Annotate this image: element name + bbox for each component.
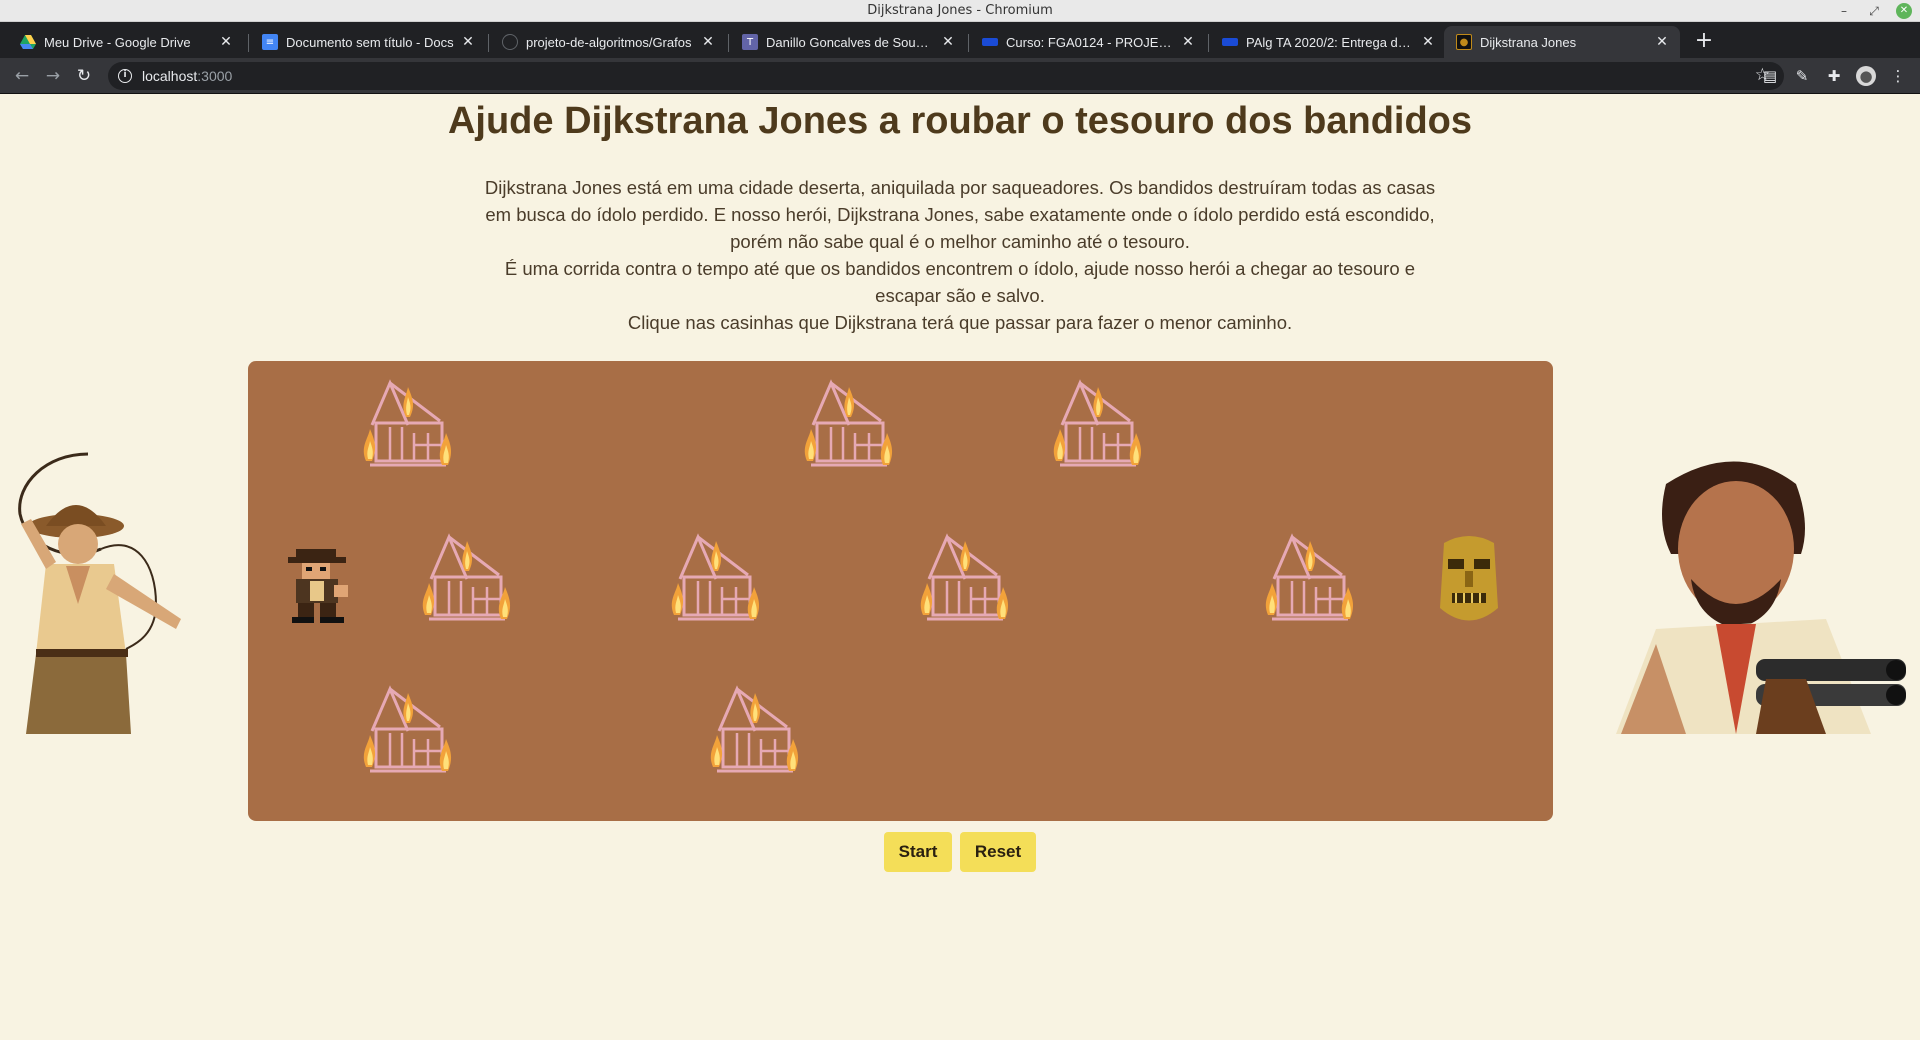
tab-divider — [248, 34, 249, 52]
menu-kebab-icon[interactable]: ⋮ — [1888, 66, 1908, 86]
tab-palg[interactable]: PAlg TA 2020/2: Entrega do Trabalho ✕ — [1210, 26, 1446, 58]
google-docs-icon: ≡ — [262, 34, 278, 50]
new-tab-button[interactable]: + — [1692, 30, 1716, 54]
close-tab-icon[interactable]: ✕ — [460, 34, 476, 50]
tab-label: Curso: FGA0124 - PROJETO DE ALGORITMOS — [1006, 34, 1174, 50]
moodle-icon — [982, 38, 998, 46]
bandit-shotgun-illustration — [1616, 461, 1906, 734]
burning-house-icon[interactable] — [360, 377, 460, 473]
page-content: Ajude Dijkstrana Jones a roubar o tesour… — [0, 94, 1920, 1040]
adventurer-whip-illustration — [18, 452, 181, 734]
tab-divider — [728, 34, 729, 52]
close-tab-icon[interactable]: ✕ — [218, 34, 234, 50]
extension-pen-icon[interactable]: ✎ — [1792, 66, 1812, 86]
start-button[interactable]: Start — [884, 832, 952, 872]
golden-idol-icon — [1440, 536, 1498, 621]
forward-arrow-icon[interactable]: → — [41, 64, 65, 88]
back-arrow-icon[interactable]: ← — [10, 64, 34, 88]
page-title: Ajude Dijkstrana Jones a roubar o tesour… — [447, 100, 1473, 142]
burning-house-icon[interactable] — [668, 531, 768, 627]
tab-label: projeto-de-algoritmos/Grafos — [526, 34, 692, 50]
burning-house-icon[interactable] — [801, 377, 901, 473]
close-tab-icon[interactable]: ✕ — [940, 34, 956, 50]
burning-house-icon[interactable] — [707, 683, 807, 779]
window-titlebar: Dijkstrana Jones - Chromium – ⤢ ✕ — [0, 0, 1920, 22]
tab-teams[interactable]: T Danillo Goncalves de Souza | Microsoft… — [730, 26, 966, 58]
close-window-button[interactable]: ✕ — [1896, 3, 1912, 19]
reload-icon[interactable]: ↻ — [72, 64, 96, 88]
tab-strip: Meu Drive - Google Drive ✕ ≡ Documento s… — [0, 22, 1920, 58]
burning-house-icon[interactable] — [360, 683, 460, 779]
close-tab-icon[interactable]: ✕ — [1654, 34, 1670, 50]
tab-github[interactable]: projeto-de-algoritmos/Grafos ✕ — [490, 26, 726, 58]
minimize-button[interactable]: – — [1836, 3, 1852, 19]
teams-icon: T — [742, 34, 758, 50]
tab-course[interactable]: Curso: FGA0124 - PROJETO DE ALGORITMOS ✕ — [970, 26, 1206, 58]
intro-paragraph: Clique nas casinhas que Dijkstrana terá … — [627, 312, 1293, 333]
url-host: localhost — [142, 68, 198, 84]
github-icon — [502, 34, 518, 50]
close-tab-icon[interactable]: ✕ — [700, 34, 716, 50]
idol-icon: ● — [1456, 34, 1472, 50]
moodle-icon — [1222, 38, 1238, 46]
burning-house-icon[interactable] — [1050, 377, 1150, 473]
burning-house-icon[interactable] — [1262, 531, 1362, 627]
tab-dijkstrana-jones[interactable]: ● Dijkstrana Jones ✕ — [1444, 26, 1680, 58]
burning-house-icon[interactable] — [419, 531, 519, 627]
google-drive-icon — [20, 34, 36, 50]
pixel-hero-icon — [288, 549, 348, 623]
reset-button[interactable]: Reset — [960, 832, 1036, 872]
tab-label: Danillo Goncalves de Souza | Microsoft T… — [766, 34, 934, 50]
intro-text: Dijkstrana Jones está em uma cidade dese… — [470, 174, 1450, 336]
tab-label: Dijkstrana Jones — [1480, 34, 1577, 50]
burning-house-icon[interactable] — [917, 531, 1017, 627]
url-port: :3000 — [197, 68, 233, 84]
info-icon[interactable]: i — [118, 69, 132, 83]
browser-toolbar: ← → ↻ i localhost :3000 ☆ ▤ ✎ ✚ ● ⋮ — [0, 58, 1920, 94]
tab-google-drive[interactable]: Meu Drive - Google Drive ✕ — [8, 26, 244, 58]
window-title: Dijkstrana Jones - Chromium — [867, 3, 1053, 18]
tab-divider — [488, 34, 489, 52]
profile-avatar[interactable]: ● — [1856, 66, 1876, 86]
intro-paragraph: Dijkstrana Jones está em uma cidade dese… — [484, 177, 1436, 252]
tab-label: PAlg TA 2020/2: Entrega do Trabalho — [1246, 34, 1414, 50]
game-board — [248, 361, 1553, 821]
close-tab-icon[interactable]: ✕ — [1180, 34, 1196, 50]
maximize-button[interactable]: ⤢ — [1866, 3, 1882, 19]
tab-divider — [1208, 34, 1209, 52]
reading-list-icon[interactable]: ▤ — [1760, 66, 1780, 86]
tab-label: Meu Drive - Google Drive — [44, 34, 191, 50]
tab-google-docs[interactable]: ≡ Documento sem título - Docs ✕ — [250, 26, 486, 58]
close-tab-icon[interactable]: ✕ — [1420, 34, 1436, 50]
extensions-puzzle-icon[interactable]: ✚ — [1824, 66, 1844, 86]
tab-label: Documento sem título - Docs — [286, 34, 454, 50]
tab-divider — [968, 34, 969, 52]
intro-paragraph: É uma corrida contra o tempo até que os … — [504, 258, 1416, 306]
address-bar[interactable]: i localhost :3000 ☆ — [108, 62, 1784, 90]
